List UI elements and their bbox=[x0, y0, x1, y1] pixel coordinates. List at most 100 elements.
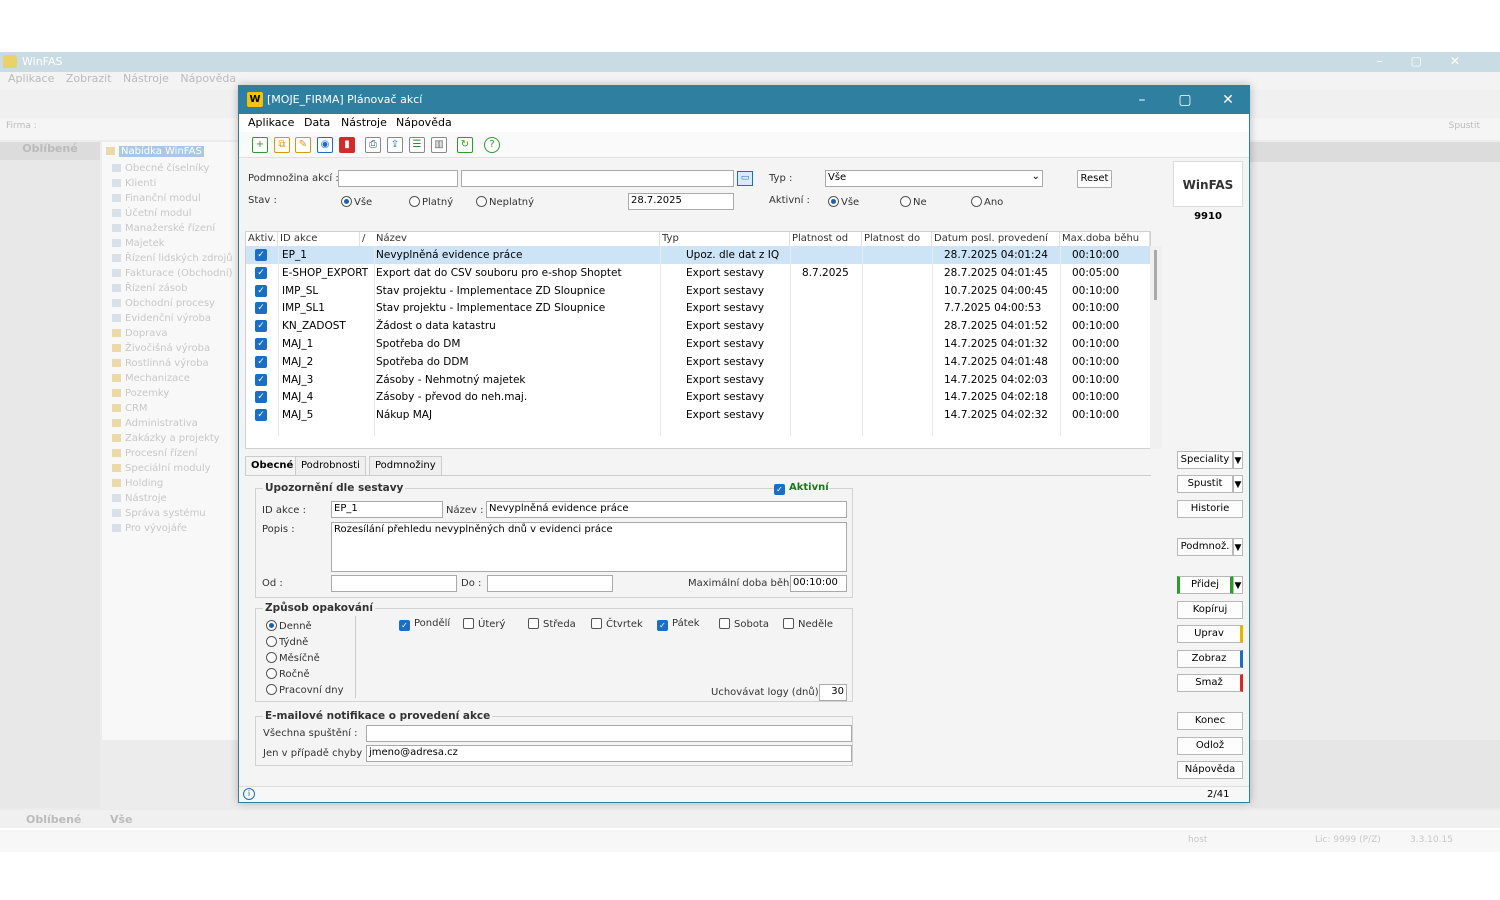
subset-button[interactable]: Podmnož. bbox=[1177, 538, 1233, 556]
error-only-input[interactable]: jmeno@adresa.cz bbox=[366, 745, 852, 762]
tree-item[interactable]: Klienti bbox=[112, 178, 156, 189]
tree-item[interactable]: Holding bbox=[112, 478, 163, 489]
speciality-button[interactable]: Speciality bbox=[1177, 451, 1233, 469]
active-radio-all[interactable]: Vše bbox=[828, 196, 859, 208]
tree-item[interactable]: Účetní modul bbox=[112, 208, 192, 219]
col-name[interactable]: Název bbox=[374, 232, 660, 246]
type-select[interactable]: Vše ⌄ bbox=[825, 170, 1043, 187]
table-row[interactable]: ✓ MAJ_4 Zásoby - převod do neh.maj. Export … bbox=[246, 388, 1150, 406]
table-row[interactable]: ✓ E-SHOP_EXPORT Export dat do CSV souboru … bbox=[246, 264, 1150, 282]
tree-item[interactable]: Obecné číselníky bbox=[112, 163, 209, 174]
bg-tab-all[interactable]: Vše bbox=[110, 813, 133, 826]
copy-icon[interactable]: ⧉ bbox=[274, 137, 290, 153]
repeat-yearly[interactable]: Ročně bbox=[266, 668, 310, 680]
day-checkbox-0[interactable]: ✓ Pondělí bbox=[399, 618, 450, 631]
tree-item[interactable]: Pro vývojáře bbox=[112, 523, 187, 534]
row-active-checkbox[interactable]: ✓ bbox=[255, 373, 267, 386]
id-input[interactable]: EP_1 bbox=[331, 501, 443, 518]
bg-tab-favorites[interactable]: Oblíbené bbox=[26, 813, 81, 826]
row-active-checkbox[interactable]: ✓ bbox=[255, 249, 267, 261]
col-active[interactable]: Aktiv. bbox=[246, 232, 278, 246]
view-button[interactable]: Zobraz bbox=[1177, 650, 1243, 668]
menu-napoveda[interactable]: Nápověda bbox=[396, 116, 452, 129]
subset-code-input[interactable] bbox=[338, 170, 458, 187]
reset-button[interactable]: Reset bbox=[1077, 170, 1112, 188]
tree-item[interactable]: Finanční modul bbox=[112, 193, 201, 204]
day-checkbox-2[interactable]: Středa bbox=[528, 618, 576, 630]
run-button[interactable]: Spustit bbox=[1177, 475, 1233, 493]
row-active-checkbox[interactable]: ✓ bbox=[255, 320, 267, 333]
tree-item[interactable]: Pozemky bbox=[112, 388, 169, 399]
tree-item[interactable]: Správa systému bbox=[112, 508, 206, 519]
date-input[interactable]: 28.7.2025 bbox=[628, 193, 734, 210]
add-button[interactable]: Přidej bbox=[1177, 576, 1233, 594]
col-valid-from[interactable]: Platnost od bbox=[790, 232, 862, 246]
bg-menu-nastroje[interactable]: Nástroje bbox=[123, 72, 169, 85]
export-icon[interactable]: ⇪ bbox=[387, 137, 403, 153]
to-input[interactable] bbox=[487, 575, 613, 592]
state-radio-valid[interactable]: Platný bbox=[409, 196, 453, 208]
tree-root[interactable]: Nabídka WinFAS bbox=[119, 146, 204, 157]
col-last-run[interactable]: Datum posl. provedení bbox=[932, 232, 1060, 246]
tab-details[interactable]: Podrobnosti bbox=[295, 456, 366, 475]
tree-item[interactable]: Nástroje bbox=[112, 493, 167, 504]
edit-button[interactable]: Uprav bbox=[1177, 625, 1243, 643]
state-radio-all[interactable]: Vše bbox=[341, 196, 372, 208]
active-radio-yes[interactable]: Ano bbox=[971, 196, 1003, 208]
speciality-dropdown-icon[interactable]: ▼ bbox=[1233, 451, 1243, 469]
postpone-button[interactable]: Odlož bbox=[1177, 737, 1243, 755]
tree-item[interactable]: Řízení lidských zdrojů bbox=[112, 253, 233, 264]
table-scrollbar[interactable] bbox=[1150, 246, 1162, 449]
tree-item[interactable]: Fakturace (Obchodní) bbox=[112, 268, 233, 279]
desc-textarea[interactable]: Rozesílání přehledu nevyplněných dnů v e… bbox=[331, 522, 847, 572]
table-row[interactable]: ✓ MAJ_1 Spotřeba do DM Export sestavy 14.7.2… bbox=[246, 335, 1150, 353]
bg-menu-zobrazit[interactable]: Zobrazit bbox=[66, 72, 112, 85]
background-window-buttons[interactable]: –▢✕ bbox=[1377, 54, 1488, 68]
run-dropdown-icon[interactable]: ▼ bbox=[1233, 475, 1243, 493]
copy-button[interactable]: Kopíruj bbox=[1177, 601, 1243, 619]
max-run-input[interactable]: 00:10:00 bbox=[790, 575, 847, 592]
tree-item[interactable]: Živočišná výroba bbox=[112, 343, 210, 354]
scrollbar-thumb[interactable] bbox=[1154, 250, 1157, 300]
day-checkbox-1[interactable]: Úterý bbox=[463, 618, 505, 630]
table-row[interactable]: ✓ MAJ_3 Zásoby - Nehmotný majetek Export se… bbox=[246, 371, 1150, 389]
row-active-checkbox[interactable]: ✓ bbox=[255, 284, 267, 297]
tree-item[interactable]: Procesní řízení bbox=[112, 448, 197, 459]
tree-item[interactable]: CRM bbox=[112, 403, 148, 414]
tree-item[interactable]: Manažerské řízení bbox=[112, 223, 215, 234]
day-checkbox-4[interactable]: ✓ Pátek bbox=[657, 618, 700, 631]
day-checkbox-3[interactable]: Čtvrtek bbox=[591, 618, 643, 630]
delete-icon[interactable]: ▮ bbox=[339, 137, 355, 153]
from-input[interactable] bbox=[331, 575, 457, 592]
active-radio-no[interactable]: Ne bbox=[900, 196, 927, 208]
tab-general[interactable]: Obecné bbox=[245, 456, 300, 475]
row-active-checkbox[interactable]: ✓ bbox=[255, 266, 267, 279]
tree-item[interactable]: Majetek bbox=[112, 238, 165, 249]
tree-item[interactable]: Administrativa bbox=[112, 418, 198, 429]
table-icon[interactable]: ☰ bbox=[409, 137, 425, 153]
table-row[interactable]: ✓ IMP_SL1 Stav projektu - Implementace ZD … bbox=[246, 299, 1150, 317]
tree-item[interactable]: Doprava bbox=[112, 328, 167, 339]
tree-item[interactable]: Zakázky a projekty bbox=[112, 433, 220, 444]
row-active-checkbox[interactable]: ✓ bbox=[255, 302, 267, 315]
columns-icon[interactable]: ▥ bbox=[431, 137, 447, 153]
tree-item[interactable]: Řízení zásob bbox=[112, 283, 187, 294]
close-icon[interactable]: ✕ bbox=[1213, 90, 1243, 110]
menu-data[interactable]: Data bbox=[304, 116, 330, 129]
all-runs-input[interactable] bbox=[366, 725, 852, 742]
edit-icon[interactable]: ✎ bbox=[295, 137, 311, 153]
active-checkbox[interactable]: ✓ Aktivní bbox=[774, 482, 829, 495]
view-icon[interactable]: ◉ bbox=[317, 137, 333, 153]
col-valid-to[interactable]: Platnost do bbox=[862, 232, 932, 246]
help-button[interactable]: Nápověda bbox=[1177, 761, 1243, 779]
row-active-checkbox[interactable]: ✓ bbox=[255, 391, 267, 404]
row-active-checkbox[interactable]: ✓ bbox=[255, 338, 267, 350]
open-folder-icon[interactable]: ▭ bbox=[737, 171, 753, 186]
delete-button[interactable]: Smaž bbox=[1177, 674, 1243, 692]
tree-item[interactable]: Mechanizace bbox=[112, 373, 190, 384]
row-active-checkbox[interactable]: ✓ bbox=[255, 409, 267, 422]
table-row[interactable]: ✓ KN_ZADOST Žádost o data katastru Export s… bbox=[246, 317, 1150, 335]
table-row[interactable]: ✓ EP_1 Nevyplněná evidence práce Upoz. dle … bbox=[246, 246, 1150, 264]
print-icon[interactable]: ⎙ bbox=[365, 137, 381, 153]
name-input[interactable]: Nevyplněná evidence práce bbox=[486, 501, 847, 518]
